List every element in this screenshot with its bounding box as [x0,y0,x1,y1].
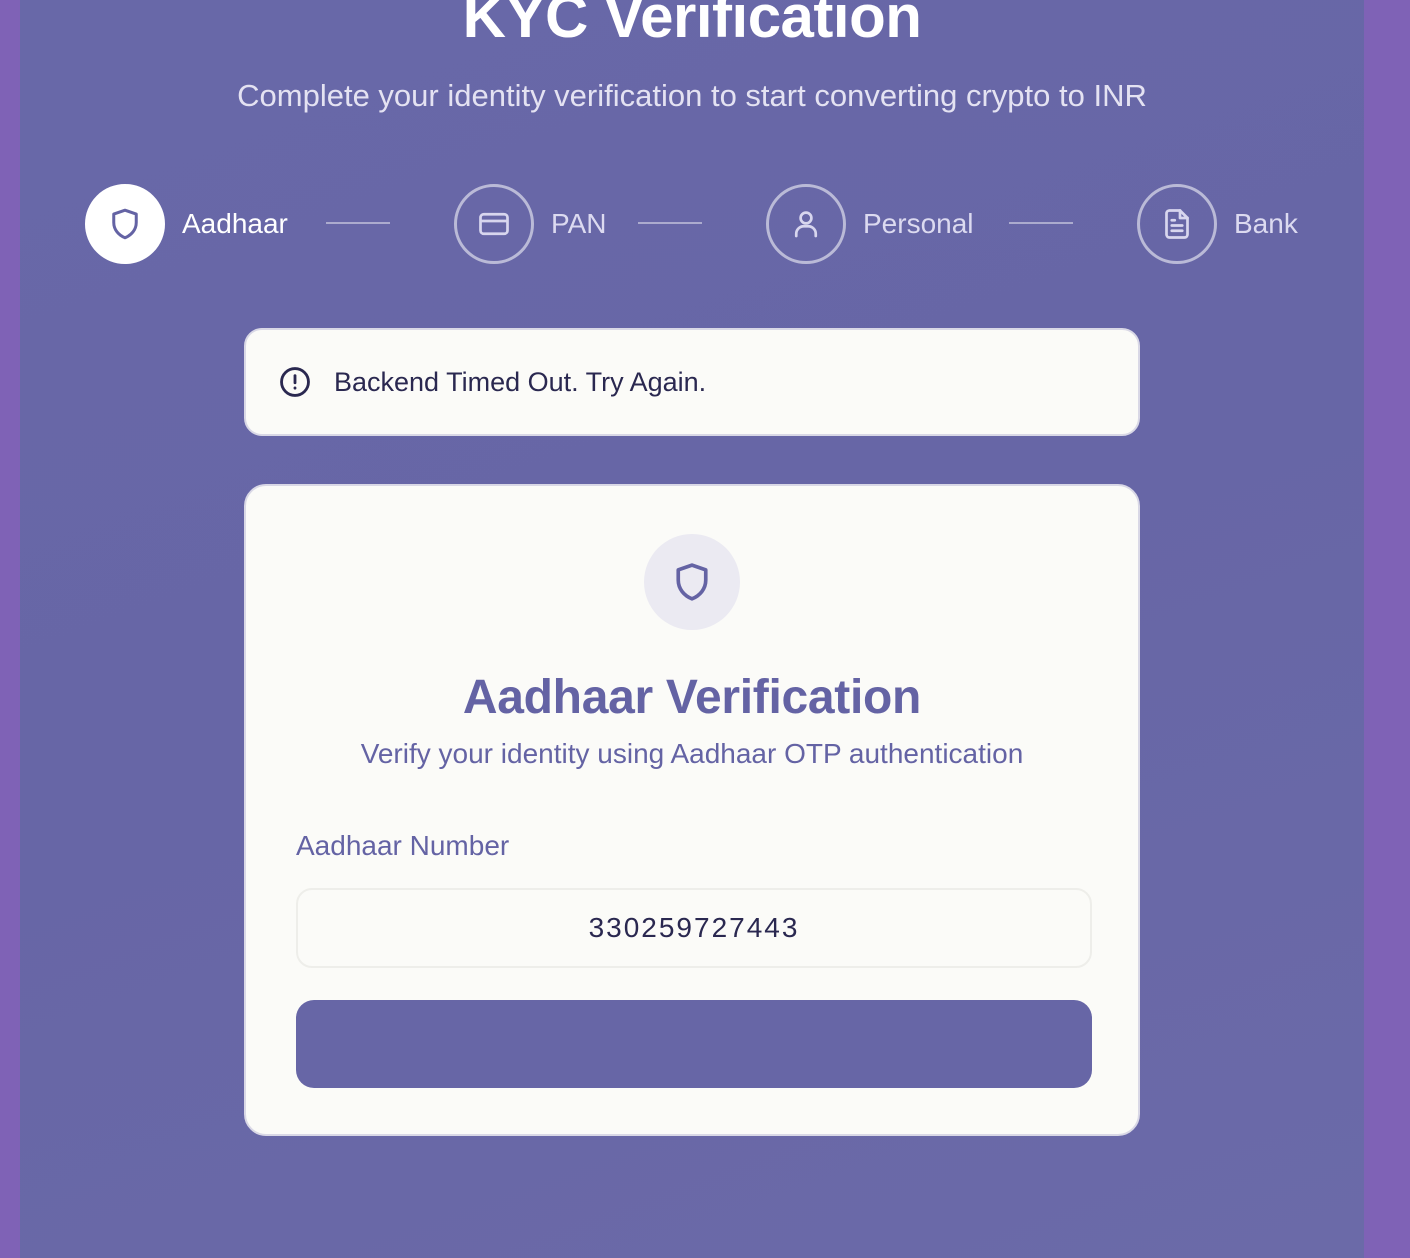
step-personal[interactable]: Personal [766,184,974,264]
error-alert: Backend Timed Out. Try Again. [244,328,1140,436]
step-label-aadhaar: Aadhaar [182,208,288,239]
aadhaar-number-label: Aadhaar Number [296,830,510,861]
step-connector [1009,222,1073,224]
submit-button[interactable] [296,1000,1092,1088]
step-label-personal: Personal [863,208,974,239]
step-connector [638,222,702,224]
page-title: KYC Verification [462,0,922,50]
aadhaar-number-input[interactable] [296,888,1092,968]
document-icon [1137,184,1217,264]
kyc-page: KYC Verification Complete your identity … [20,0,1364,1258]
shield-icon [644,534,740,630]
step-label-pan: PAN [551,208,607,239]
aadhaar-verification-card: Aadhaar Verification Verify your identit… [244,484,1140,1136]
card-title: Aadhaar Verification [462,671,922,724]
alert-message: Backend Timed Out. Try Again. [334,366,707,397]
card-subtitle: Verify your identity using Aadhaar OTP a… [360,738,1024,769]
step-bank[interactable]: Bank [1137,184,1298,264]
shield-icon [85,184,165,264]
step-connector [326,222,390,224]
alert-circle-icon [280,367,310,397]
step-aadhaar[interactable]: Aadhaar [85,184,288,264]
step-label-bank: Bank [1234,208,1298,239]
user-icon [766,184,846,264]
step-pan[interactable]: PAN [454,184,607,264]
page-subtitle: Complete your identity verification to s… [237,78,1147,113]
credit-card-icon [454,184,534,264]
